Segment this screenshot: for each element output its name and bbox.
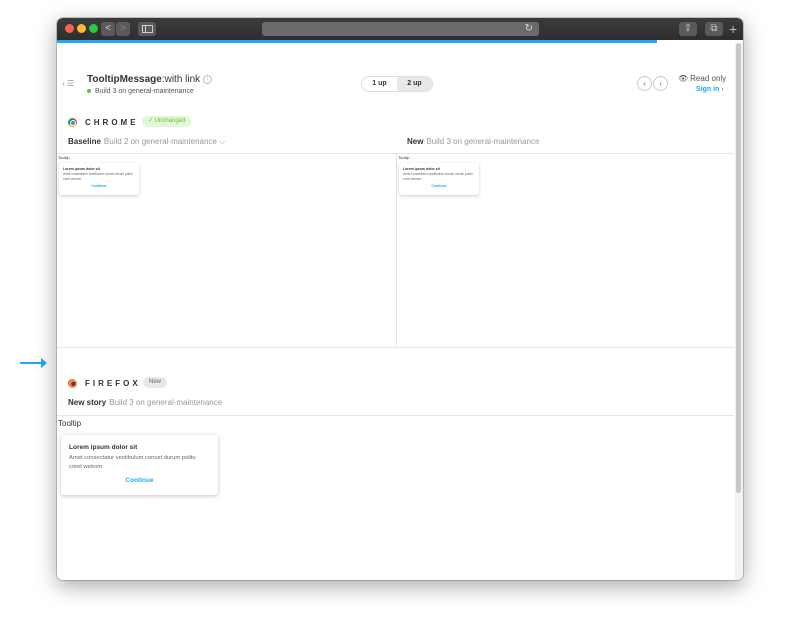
view-1up-button[interactable]: 1 up — [362, 77, 397, 91]
page-content: ‹ ☰ TooltipMessage:with link i Build 3 on… — [57, 43, 734, 580]
baseline-tooltip-continue[interactable]: Continue — [59, 184, 139, 188]
new-header: New Build 3 on general-maintenance — [407, 137, 539, 146]
newstory-label: New story — [68, 398, 107, 407]
baseline-tooltip-title: Lorem ipsum dolor sit — [63, 167, 100, 171]
chevron-left-icon: < — [105, 23, 111, 34]
firefox-tooltip-continue[interactable]: Continue — [61, 477, 218, 484]
chrome-browser-label: CHROME — [85, 118, 139, 127]
close-window-button[interactable] — [65, 24, 74, 33]
previous-button[interactable]: ‹ — [637, 76, 652, 91]
read-only-label: Read only — [690, 74, 727, 83]
baseline-label: Baseline — [68, 137, 101, 146]
baseline-tooltip-label: Tooltip — [58, 155, 70, 160]
baseline-header[interactable]: Baseline Build 2 on general-maintenance ⌵ — [68, 137, 225, 147]
share-button[interactable]: ⇪ — [679, 22, 697, 36]
address-bar[interactable]: ↻ — [262, 22, 539, 36]
minimize-window-button[interactable] — [77, 24, 86, 33]
titlebar: < > ↻ ⇪ ⧉ + — [57, 18, 743, 40]
zoom-window-button[interactable] — [89, 24, 98, 33]
firefox-tooltip-label: Tooltip — [58, 419, 82, 428]
firefox-browser-label: FIREFOX — [85, 379, 141, 388]
baseline-build: Build 2 on general-maintenance ⌵ — [103, 137, 226, 146]
tabs-icon: ⧉ — [710, 23, 718, 34]
divider — [57, 347, 734, 348]
firefox-logo-icon — [68, 379, 77, 388]
build-status: Build 3 on general-maintenance — [87, 88, 194, 95]
story-title: TooltipMessage:with link i — [87, 74, 213, 85]
new-badge: New — [143, 377, 168, 388]
firefox-tooltip-title: Lorem ipsum dolor sit — [69, 444, 138, 451]
sidebar-menu-icon[interactable]: ‹ ☰ — [62, 79, 74, 88]
new-tooltip-card: Lorem ipsum dolor sit Amet consectatur v… — [399, 163, 479, 195]
new-tab-icon[interactable]: + — [729, 20, 737, 38]
scrollbar-thumb[interactable] — [736, 43, 741, 493]
divider — [57, 415, 734, 416]
view-2up-button[interactable]: 2 up — [397, 77, 432, 91]
pointer-arrow — [20, 358, 47, 368]
firefox-tooltip-card: Lorem ipsum dolor sit Amet consectatur v… — [61, 435, 218, 495]
eye-icon: 👁 — [678, 74, 689, 83]
back-button[interactable]: < — [101, 22, 115, 36]
unchanged-badge: ✓ Unchanged — [142, 116, 192, 127]
new-tooltip-body: Amet consectatur vestibulum concet durum… — [403, 172, 473, 181]
new-tooltip-title: Lorem ipsum dolor sit — [403, 167, 440, 171]
next-button[interactable]: › — [653, 76, 668, 91]
sidebar-toggle-button[interactable] — [138, 22, 156, 36]
component-name: TooltipMessage — [87, 74, 162, 85]
newstory-header: New story Build 3 on general-maintenance — [68, 398, 222, 407]
story-name: with link — [164, 74, 201, 85]
baseline-tooltip-card: Lorem ipsum dolor sit Amet consectatur v… — [59, 163, 139, 195]
new-tooltip-label: Tooltip — [398, 155, 410, 160]
new-label: New — [407, 137, 424, 146]
tab-overview-button[interactable]: ⧉ — [705, 22, 723, 36]
build-text: Build 3 on general-maintenance — [95, 88, 194, 95]
chrome-logo-icon — [68, 118, 77, 127]
browser-window: < > ↻ ⇪ ⧉ + ‹ ☰ TooltipMessage:with link… — [57, 18, 743, 580]
sidebar-icon — [141, 25, 153, 33]
status-dot-icon — [87, 89, 91, 94]
baseline-tooltip-body: Amet consectatur vestibulum concet durum… — [63, 172, 133, 181]
chevron-right-icon: > — [120, 23, 126, 34]
info-icon[interactable]: i — [203, 74, 213, 84]
newstory-build: Build 3 on general-maintenance — [109, 398, 223, 407]
new-build: Build 3 on general-maintenance — [426, 137, 540, 146]
reload-icon[interactable]: ↻ — [525, 22, 533, 36]
read-only-indicator: 👁 Read only — [678, 74, 726, 83]
forward-button[interactable]: > — [116, 22, 130, 36]
pane-divider — [396, 153, 397, 347]
new-tooltip-continue[interactable]: Continue — [399, 184, 479, 188]
scrollbar[interactable] — [735, 43, 743, 580]
view-toggle: 1 up 2 up — [361, 76, 433, 92]
share-icon: ⇪ — [683, 23, 693, 34]
firefox-tooltip-body: Amet consectatur vestibulum concet durum… — [69, 455, 196, 470]
sign-in-link[interactable]: Sign in › — [696, 86, 724, 93]
